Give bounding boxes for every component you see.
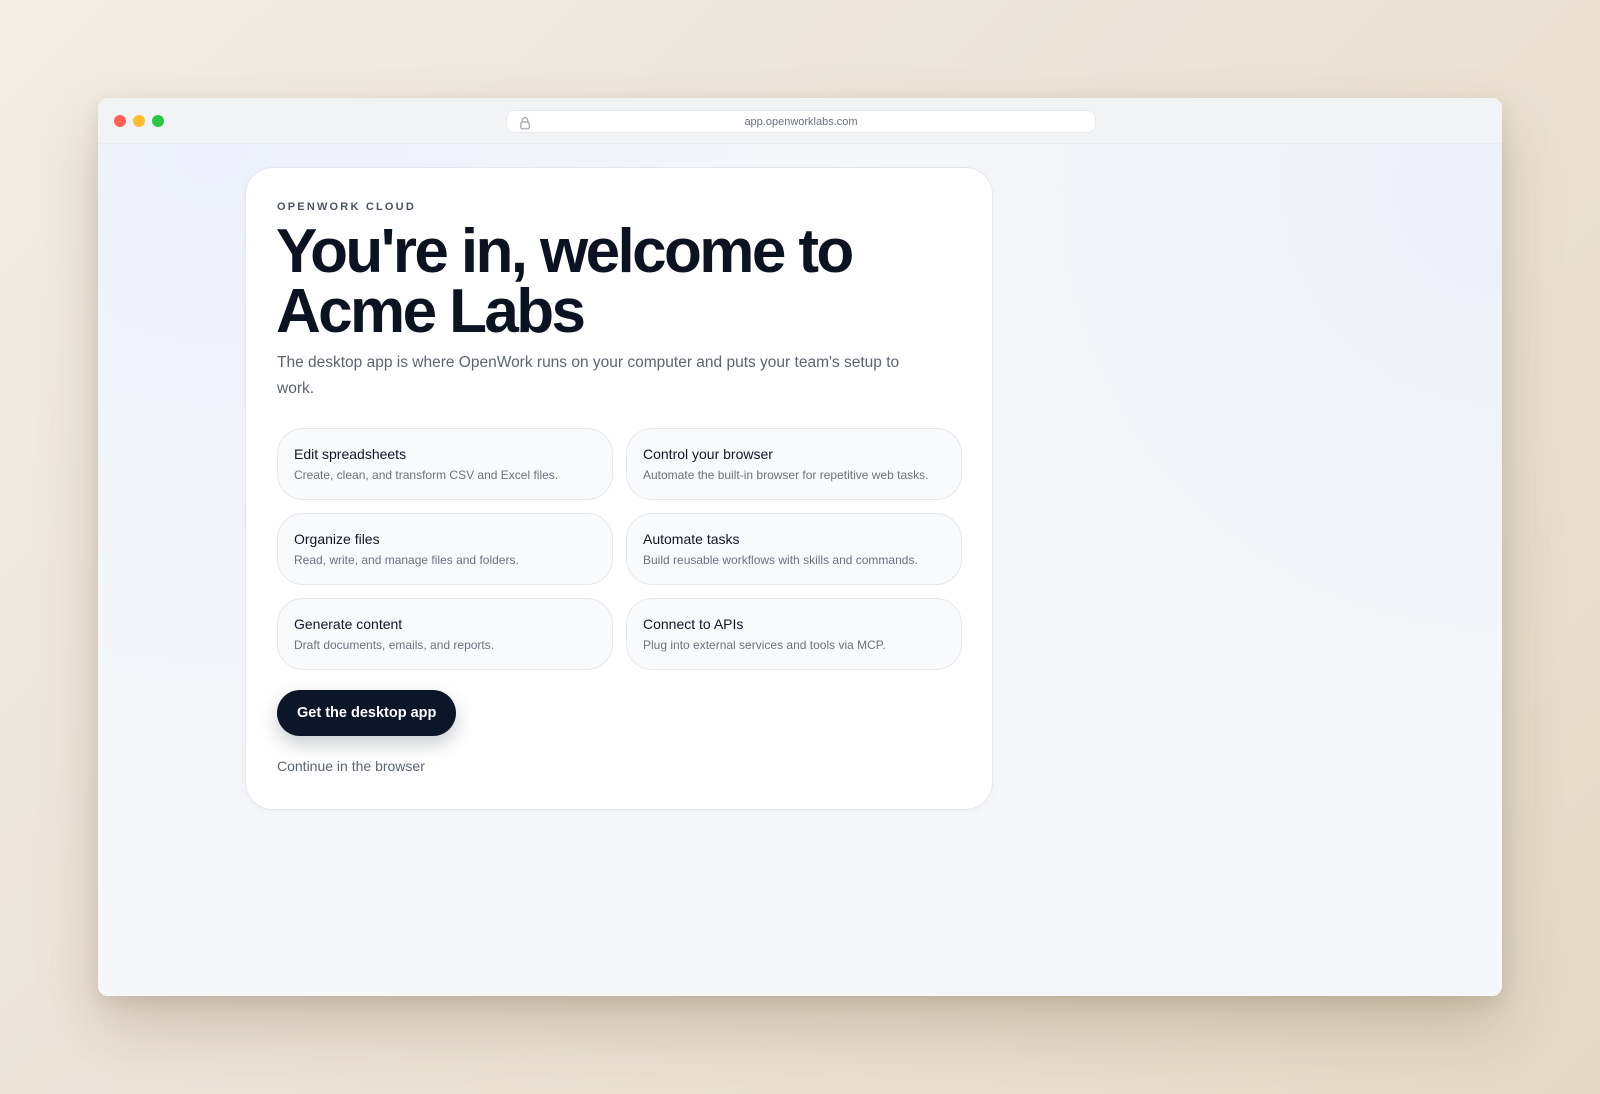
feature-description: Automate the built-in browser for repeti…	[643, 468, 929, 482]
maximize-window-button[interactable]	[152, 115, 164, 127]
feature-grid: Edit spreadsheets Create, clean, and tra…	[277, 428, 963, 670]
page-subtitle: The desktop app is where OpenWork runs o…	[277, 354, 900, 397]
window-controls	[114, 115, 164, 127]
eyebrow-label: OPENWORK CLOUD	[277, 201, 416, 213]
welcome-card: OPENWORK CLOUD You're in, welcome to Acm…	[245, 167, 993, 810]
minimize-window-button[interactable]	[133, 115, 145, 127]
page-title-line-1: You're in, welcome to	[276, 217, 854, 286]
feature-title: Control your browser	[643, 446, 773, 462]
page-title-line-2: Acme Labs	[276, 277, 586, 346]
get-desktop-app-button[interactable]: Get the desktop app	[277, 690, 457, 736]
feature-card-connect-apis: Connect to APIs Plug into external servi…	[626, 598, 962, 670]
feature-description: Read, write, and manage files and folder…	[294, 553, 519, 567]
continue-in-browser-link[interactable]: Continue in the browser	[277, 758, 425, 774]
feature-description: Draft documents, emails, and reports.	[294, 638, 495, 652]
browser-window: app.openworklabs.com OPENWORK CLOUD You'…	[98, 98, 1502, 996]
page-title: You're in, welcome to Acme Labs	[276, 221, 936, 343]
feature-card-control-browser: Control your browser Automate the built-…	[626, 428, 962, 500]
feature-card-edit-spreadsheets: Edit spreadsheets Create, clean, and tra…	[277, 428, 613, 500]
feature-title: Generate content	[294, 616, 403, 632]
lock-icon	[520, 116, 530, 130]
feature-card-generate-content: Generate content Draft documents, emails…	[277, 598, 613, 670]
feature-description: Create, clean, and transform CSV and Exc…	[294, 468, 559, 482]
feature-card-organize-files: Organize files Read, write, and manage f…	[277, 513, 613, 585]
feature-description: Plug into external services and tools vi…	[643, 638, 886, 652]
address-url: app.openworklabs.com	[744, 115, 858, 128]
feature-title: Connect to APIs	[643, 616, 744, 632]
page-content: OPENWORK CLOUD You're in, welcome to Acm…	[98, 144, 1502, 996]
address-bar[interactable]: app.openworklabs.com	[506, 110, 1096, 133]
browser-titlebar: app.openworklabs.com	[98, 98, 1502, 144]
feature-title: Automate tasks	[643, 531, 740, 547]
feature-description: Build reusable workflows with skills and…	[643, 553, 918, 567]
close-window-button[interactable]	[114, 115, 126, 127]
feature-card-automate-tasks: Automate tasks Build reusable workflows …	[626, 513, 962, 585]
feature-title: Organize files	[294, 531, 380, 547]
feature-title: Edit spreadsheets	[294, 446, 407, 462]
